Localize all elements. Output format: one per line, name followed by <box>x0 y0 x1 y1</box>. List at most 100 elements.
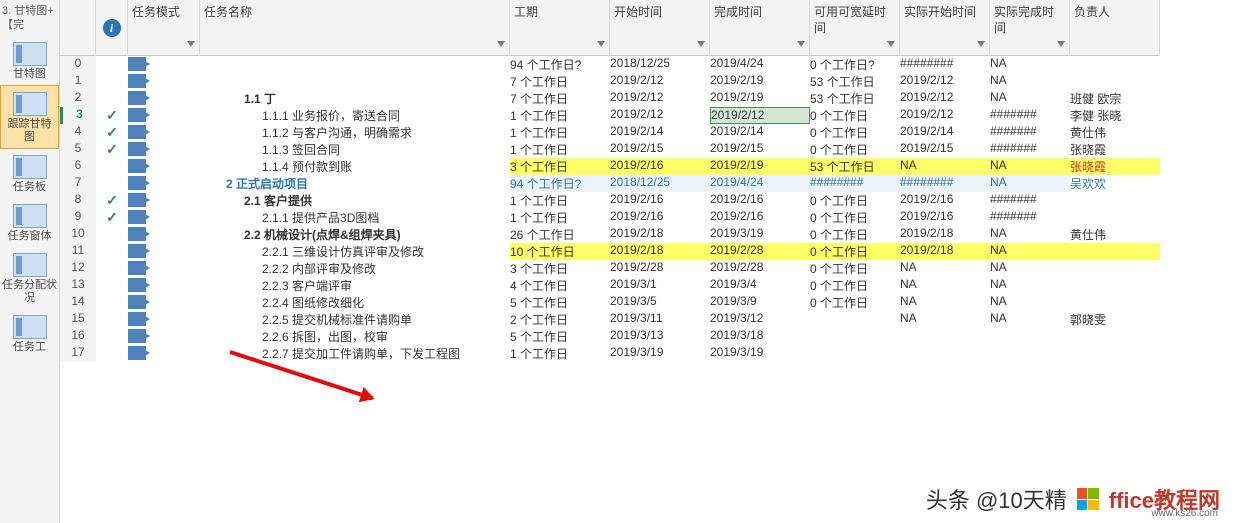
indicator-cell[interactable] <box>96 277 128 294</box>
nav-gantt[interactable]: 甘特图 <box>0 36 59 85</box>
start-cell[interactable]: 2019/2/28 <box>610 260 710 277</box>
task-name-cell[interactable]: 2.2.3 客户端评审 <box>200 277 510 294</box>
duration-cell[interactable]: 7 个工作日 <box>510 73 610 90</box>
row-number[interactable]: 3 <box>60 107 96 124</box>
hdr-start[interactable]: 开始时间 <box>610 0 710 56</box>
duration-cell[interactable]: 1 个工作日 <box>510 141 610 158</box>
actual-start-cell[interactable]: ######## <box>900 175 990 192</box>
hdr-rownum[interactable] <box>60 0 96 56</box>
start-cell[interactable]: 2019/3/19 <box>610 345 710 362</box>
duration-cell[interactable]: 1 个工作日 <box>510 107 610 124</box>
row-number[interactable]: 13 <box>60 277 96 294</box>
owner-cell[interactable]: 张晓霞 <box>1070 141 1160 158</box>
task-name-cell[interactable]: 2.2.1 三维设计仿真评审及修改 <box>200 243 510 260</box>
row-number[interactable]: 4 <box>60 124 96 141</box>
finish-cell[interactable]: 2019/2/19 <box>710 90 810 107</box>
actual-start-cell[interactable]: 2019/2/18 <box>900 226 990 243</box>
task-name-cell[interactable]: 2.2.4 图纸修改细化 <box>200 294 510 311</box>
duration-cell[interactable]: 94 个工作日? <box>510 56 610 73</box>
task-name-cell[interactable]: 2.1.1 提供产品3D图档 <box>200 209 510 226</box>
slack-cell[interactable]: 0 个工作日 <box>810 277 900 294</box>
actual-finish-cell[interactable]: NA <box>990 294 1070 311</box>
owner-cell[interactable] <box>1070 192 1160 209</box>
slack-cell[interactable] <box>810 311 900 328</box>
actual-start-cell[interactable] <box>900 345 990 362</box>
slack-cell[interactable]: ######## <box>810 175 900 192</box>
task-mode-cell[interactable] <box>128 328 200 345</box>
task-mode-cell[interactable] <box>128 192 200 209</box>
actual-finish-cell[interactable]: NA <box>990 226 1070 243</box>
row-number[interactable]: 6 <box>60 158 96 175</box>
indicator-cell[interactable]: ✓ <box>96 192 128 209</box>
finish-cell[interactable]: 2019/2/16 <box>710 192 810 209</box>
slack-cell[interactable]: 0 个工作日 <box>810 141 900 158</box>
task-mode-cell[interactable] <box>128 260 200 277</box>
indicator-cell[interactable]: ✓ <box>96 141 128 158</box>
start-cell[interactable]: 2019/2/18 <box>610 226 710 243</box>
start-cell[interactable]: 2019/2/12 <box>610 73 710 90</box>
task-name-cell[interactable]: 2.1 客户提供 <box>200 192 510 209</box>
start-cell[interactable]: 2019/2/16 <box>610 209 710 226</box>
owner-cell[interactable]: 郭晓雯 <box>1070 311 1160 328</box>
slack-cell[interactable]: 0 个工作日 <box>810 260 900 277</box>
task-name-cell[interactable]: 2.2.5 提交机械标准件请购单 <box>200 311 510 328</box>
indicator-cell[interactable] <box>96 226 128 243</box>
owner-cell[interactable]: 李健 张晓 <box>1070 107 1160 124</box>
finish-cell[interactable]: 2019/3/9 <box>710 294 810 311</box>
task-mode-cell[interactable] <box>128 124 200 141</box>
duration-cell[interactable]: 5 个工作日 <box>510 328 610 345</box>
row-number[interactable]: 12 <box>60 260 96 277</box>
row-number[interactable]: 10 <box>60 226 96 243</box>
indicator-cell[interactable] <box>96 311 128 328</box>
finish-cell[interactable]: 2019/3/19 <box>710 345 810 362</box>
start-cell[interactable]: 2019/3/11 <box>610 311 710 328</box>
row-number[interactable]: 9 <box>60 209 96 226</box>
owner-cell[interactable]: 张晓霞 <box>1070 158 1160 175</box>
finish-cell[interactable]: 2019/3/4 <box>710 277 810 294</box>
duration-cell[interactable]: 1 个工作日 <box>510 192 610 209</box>
actual-start-cell[interactable]: 2019/2/15 <box>900 141 990 158</box>
actual-start-cell[interactable]: 2019/2/12 <box>900 107 990 124</box>
start-cell[interactable]: 2019/2/12 <box>610 107 710 124</box>
finish-cell[interactable]: 2019/3/19 <box>710 226 810 243</box>
task-mode-cell[interactable] <box>128 158 200 175</box>
task-mode-cell[interactable] <box>128 243 200 260</box>
task-mode-cell[interactable] <box>128 209 200 226</box>
actual-start-cell[interactable]: NA <box>900 311 990 328</box>
actual-start-cell[interactable] <box>900 328 990 345</box>
slack-cell[interactable]: 53 个工作日 <box>810 73 900 90</box>
actual-start-cell[interactable]: NA <box>900 294 990 311</box>
task-mode-cell[interactable] <box>128 175 200 192</box>
actual-finish-cell[interactable]: NA <box>990 73 1070 90</box>
owner-cell[interactable] <box>1070 209 1160 226</box>
owner-cell[interactable] <box>1070 260 1160 277</box>
nav-task-usage[interactable]: 任务分配状况 <box>0 247 59 309</box>
task-mode-cell[interactable] <box>128 90 200 107</box>
row-number[interactable]: 2 <box>60 90 96 107</box>
actual-finish-cell[interactable]: ####### <box>990 192 1070 209</box>
hdr-owner[interactable]: 负责人 <box>1070 0 1160 56</box>
actual-start-cell[interactable]: NA <box>900 158 990 175</box>
start-cell[interactable]: 2019/2/12 <box>610 90 710 107</box>
actual-finish-cell[interactable] <box>990 345 1070 362</box>
actual-start-cell[interactable]: 2019/2/16 <box>900 192 990 209</box>
actual-start-cell[interactable]: 2019/2/18 <box>900 243 990 260</box>
actual-start-cell[interactable]: ######## <box>900 56 990 73</box>
task-name-cell[interactable]: 2 正式启动项目 <box>200 175 510 192</box>
owner-cell[interactable]: 黄仕伟 <box>1070 124 1160 141</box>
task-mode-cell[interactable] <box>128 141 200 158</box>
finish-cell[interactable]: 2019/2/19 <box>710 73 810 90</box>
start-cell[interactable]: 2019/3/5 <box>610 294 710 311</box>
hdr-slack[interactable]: 可用可宽延时间 <box>810 0 900 56</box>
indicator-cell[interactable] <box>96 328 128 345</box>
start-cell[interactable]: 2019/2/18 <box>610 243 710 260</box>
actual-finish-cell[interactable]: ####### <box>990 124 1070 141</box>
actual-start-cell[interactable]: NA <box>900 260 990 277</box>
duration-cell[interactable]: 7 个工作日 <box>510 90 610 107</box>
row-number[interactable]: 5 <box>60 141 96 158</box>
indicator-cell[interactable] <box>96 345 128 362</box>
actual-finish-cell[interactable]: ####### <box>990 107 1070 124</box>
task-name-cell[interactable] <box>200 73 510 90</box>
start-cell[interactable]: 2018/12/25 <box>610 175 710 192</box>
finish-cell[interactable]: 2019/2/28 <box>710 243 810 260</box>
